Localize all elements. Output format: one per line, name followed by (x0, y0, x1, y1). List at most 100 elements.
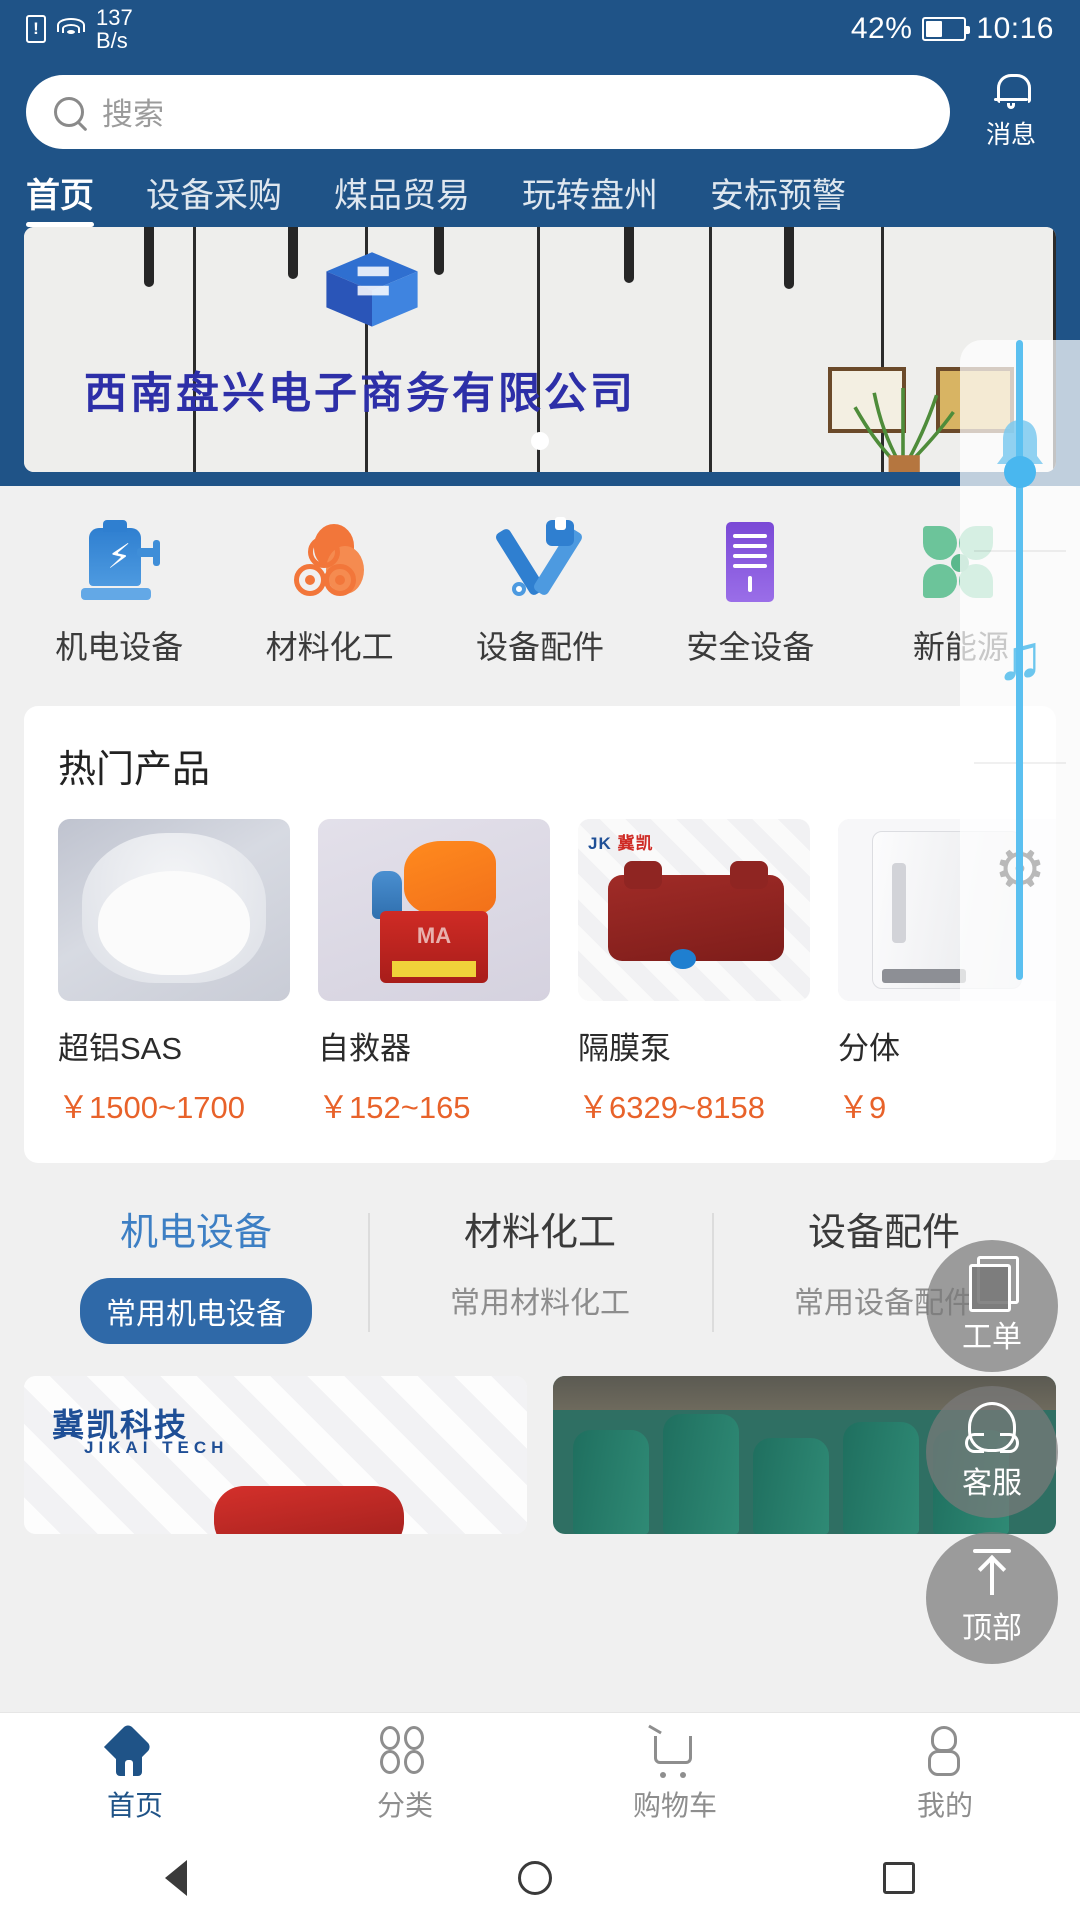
product-image: JK 冀凯 (578, 819, 810, 1001)
top-tab-1[interactable]: 设备采购 (146, 168, 282, 227)
status-bar-right: 42% 10:16 (851, 12, 1054, 46)
search-placeholder: 搜索 (102, 97, 164, 132)
side-panel-track (1016, 340, 1023, 980)
arrow-up-icon (969, 1549, 1015, 1603)
bottom-image-row: 冀凯科技 JIKAI TECH (24, 1376, 1056, 1534)
hot-products-title: 热门产品 (58, 749, 211, 791)
banner-indicator-dot[interactable] (531, 432, 549, 450)
category-label: 机电设备 (55, 629, 184, 665)
banner-company-name: 西南盘兴电子商务有限公司 (84, 370, 636, 418)
fab-label: 顶部 (962, 1612, 1022, 1645)
product-name: 隔膜泵 (578, 1031, 671, 1066)
nav-item-分类[interactable]: 分类 (270, 1725, 540, 1824)
top-tab-label: 玩转盘州 (522, 177, 658, 215)
jikai-banner-card[interactable]: 冀凯科技 JIKAI TECH (24, 1376, 527, 1534)
nav-item-首页[interactable]: 首页 (0, 1722, 270, 1824)
red-equipment-shape (214, 1486, 404, 1534)
top-tab-3[interactable]: 玩转盘州 (522, 168, 658, 227)
product-card[interactable]: JK 冀凯隔膜泵 ￥6329~8158 (578, 819, 810, 1127)
category-设备配件[interactable]: 设备配件 (435, 517, 645, 668)
product-card[interactable]: 自救器 ￥152~165 (318, 819, 550, 1127)
top-tab-0[interactable]: 首页 (26, 168, 94, 227)
nav-item-我的[interactable]: 我的 (810, 1725, 1080, 1824)
search-input[interactable]: 搜索 (26, 74, 950, 149)
promo-banner[interactable]: 西南盘兴电子商务有限公司 (24, 227, 1056, 472)
nav-label: 我的 (916, 1789, 973, 1821)
product-price: ￥1500~1700 (58, 1090, 246, 1125)
clock: 10:16 (976, 12, 1054, 45)
messages-button[interactable]: 消息 (968, 72, 1054, 151)
tools-icon (494, 517, 586, 606)
fab-label: 客服 (962, 1467, 1022, 1500)
top-tab-label: 首页 (26, 177, 94, 215)
category-column-材料化工[interactable]: 材料化工常用材料化工 (368, 1201, 712, 1344)
cabinet-icon (704, 520, 796, 606)
messages-label: 消息 (985, 121, 1036, 149)
top-tab-2[interactable]: 煤品贸易 (334, 168, 470, 227)
bottom-navigation-bar: 首页 分类 购物车 我的 (0, 1712, 1080, 1836)
category-shortcut-row: ⚡机电设备材料化工设备配件安全设备新能源 (0, 486, 1080, 692)
document-icon (969, 1256, 1019, 1312)
fab-客服[interactable]: 客服 (926, 1386, 1058, 1518)
category-材料化工[interactable]: 材料化工 (224, 520, 434, 668)
company-logo-icon (326, 252, 418, 327)
app-header: 搜索 消息 (0, 58, 1080, 151)
nav-label: 首页 (106, 1789, 163, 1821)
wifi-icon (56, 16, 86, 42)
user-icon (918, 1725, 972, 1778)
hot-products-list[interactable]: 超铝SAS ￥1500~1700 自救器 ￥152~165 JK 冀凯隔膜泵 ￥6329~… (24, 819, 1056, 1127)
system-navigation-bar (0, 1836, 1080, 1920)
product-image (58, 819, 290, 1001)
floating-action-buttons: 工单 客服 顶部 (926, 1240, 1058, 1678)
top-tab-label: 设备采购 (146, 177, 282, 215)
nav-label: 分类 (376, 1789, 433, 1821)
network-speed-value: 137 (96, 5, 133, 30)
sim-card-alert-icon (26, 15, 46, 43)
category-column-sub[interactable]: 常用材料化工 (450, 1278, 630, 1322)
back-triangle-icon[interactable] (165, 1860, 188, 1896)
category-label: 材料化工 (265, 629, 394, 665)
battery-percent: 42% (850, 12, 913, 45)
floating-side-panel[interactable]: ♫ ⚙ (960, 340, 1080, 1160)
network-speed-unit: B/s (96, 28, 128, 53)
category-column-title: 机电设备 (119, 1212, 272, 1254)
product-name: 超铝SAS (58, 1031, 183, 1066)
product-price: ￥6329~8158 (578, 1090, 766, 1125)
fab-工单[interactable]: 工单 (926, 1240, 1058, 1372)
category-column-sub[interactable]: 常用机电设备 (80, 1278, 312, 1344)
top-tab-4[interactable]: 安标预警 (710, 168, 846, 227)
fab-顶部[interactable]: 顶部 (926, 1532, 1058, 1664)
cart-icon (648, 1724, 702, 1778)
fab-label: 工单 (962, 1321, 1022, 1354)
category-机电设备[interactable]: ⚡ 机电设备 (14, 520, 224, 668)
category-column-title: 材料化工 (463, 1212, 616, 1254)
side-panel-knob[interactable] (1004, 456, 1036, 488)
nav-label: 购物车 (632, 1789, 717, 1821)
battery-icon (922, 17, 971, 41)
motor-icon: ⚡ (73, 520, 165, 606)
recents-square-icon[interactable] (882, 1862, 915, 1894)
top-tab-label: 安标预警 (710, 177, 846, 215)
network-speed: 137 B/s (96, 6, 133, 52)
hot-products-section: 热门产品 超铝SAS ￥1500~1700 自救器 ￥152~165 JK 冀凯隔膜泵 ￥… (24, 706, 1056, 1163)
jikai-brand-en: JIKAI TECH (84, 1438, 229, 1457)
status-bar: 137 B/s 42% 10:16 (0, 0, 1080, 58)
customer-service-icon (965, 1402, 1019, 1458)
category-column-机电设备[interactable]: 机电设备常用机电设备 (24, 1201, 368, 1344)
nav-item-购物车[interactable]: 购物车 (540, 1724, 810, 1824)
search-icon (54, 96, 84, 127)
product-price: ￥152~165 (318, 1090, 471, 1125)
bell-icon (992, 72, 1031, 110)
product-image (318, 819, 550, 1001)
home-circle-icon[interactable] (517, 1861, 552, 1895)
chemical-rolls-icon (284, 520, 376, 606)
category-安全设备[interactable]: 安全设备 (645, 520, 855, 668)
top-tab-label: 煤品贸易 (334, 177, 470, 215)
plant-decor (853, 388, 955, 472)
category-tab-columns: 机电设备 常用机电设备 材料化工 常用材料化工 设备配件 常用设备配件 (24, 1189, 1056, 1366)
category-label: 设备配件 (476, 629, 605, 665)
product-name: 自救器 (318, 1031, 411, 1066)
status-bar-left: 137 B/s (26, 6, 133, 52)
product-card[interactable]: 超铝SAS ￥1500~1700 (58, 819, 290, 1127)
category-label: 安全设备 (686, 629, 815, 665)
